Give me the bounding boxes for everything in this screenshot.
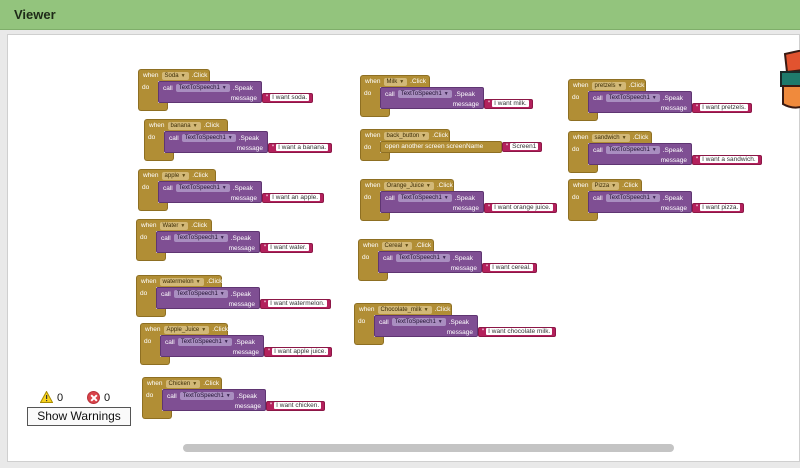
message-text[interactable]: “I want an apple. [262, 193, 325, 203]
event-block[interactable]: when sandwich ▼ .Click do call TextToSpeech1… [568, 131, 768, 175]
event-block[interactable]: when Water ▼ .Click do call TextToSpeech1 ▼ .S… [136, 219, 326, 263]
speak-call[interactable]: call TextToSpeech1 ▼ .Speak message [156, 287, 260, 309]
warning-icon [40, 391, 53, 403]
message-text[interactable]: “I want milk. [484, 99, 533, 109]
message-text[interactable]: “I want apple juice. [264, 347, 333, 357]
event-block[interactable]: when Apple_Juice ▼ .Click do call TextToSpee… [140, 323, 340, 367]
show-warnings-button[interactable]: Show Warnings [27, 407, 131, 426]
event-block[interactable]: when back_button ▼ .Click do open another s… [360, 129, 550, 161]
viewer-title: Viewer [14, 7, 56, 22]
event-block[interactable]: when apple ▼ .Click do call TextToSpeech1 ▼ .S… [138, 169, 328, 213]
message-text[interactable]: “I want watermelon. [260, 299, 331, 309]
screen-name-text[interactable]: “Screen1 [502, 142, 543, 152]
speak-call[interactable]: call TextToSpeech1 ▼ .Speak message [374, 315, 478, 337]
speak-call[interactable]: call TextToSpeech1 ▼ .Speak message [378, 251, 482, 273]
workspace-frame: when Soda ▼ .Click do call TextToSpeech1 ▼ .Sp… [0, 30, 800, 468]
event-block[interactable]: when Pizza ▼ .Click do call TextToSpeech1 ▼ .S… [568, 179, 758, 223]
event-block[interactable]: when Milk ▼ .Click do call TextToSpeech1 ▼ .Sp… [360, 75, 550, 119]
blocks-workspace[interactable]: when Soda ▼ .Click do call TextToSpeech1 ▼ .Sp… [7, 34, 800, 462]
speak-call[interactable]: call TextToSpeech1 ▼ .Speak message [158, 181, 262, 203]
error-icon [87, 391, 100, 404]
message-text[interactable]: “I want cereal. [482, 263, 537, 273]
event-block[interactable]: when Chicken ▼ .Click do call TextToSpeech1 ▼… [142, 377, 342, 421]
error-count: 0 [104, 392, 111, 404]
speak-call[interactable]: call TextToSpeech1 ▼ .Speak message [588, 91, 692, 113]
message-text[interactable]: “I want orange juice. [484, 203, 557, 213]
speak-call[interactable]: call TextToSpeech1 ▼ .Speak message [162, 389, 266, 411]
message-text[interactable]: “I want pizza. [692, 203, 745, 213]
speak-call[interactable]: call TextToSpeech1 ▼ .Speak message [164, 131, 268, 153]
event-block[interactable]: when Chocolate_milk ▼ .Click do call TextToS… [354, 303, 564, 347]
message-text[interactable]: “I want chicken. [266, 401, 326, 411]
viewer-header: Viewer [0, 0, 800, 30]
speak-call[interactable]: call TextToSpeech1 ▼ .Speak message [588, 143, 692, 165]
backpack-icon[interactable] [775, 50, 800, 112]
speak-call[interactable]: call TextToSpeech1 ▼ .Speak message [588, 191, 692, 213]
event-block[interactable]: when Cereal ▼ .Click do call TextToSpeech1 ▼.… [358, 239, 548, 283]
event-block[interactable]: when banana ▼ .Click do call TextToSpeech1 ▼.… [144, 119, 334, 163]
event-block[interactable]: when pretzels ▼ .Click do call TextToSpeech1… [568, 79, 758, 123]
event-block[interactable]: when Soda ▼ .Click do call TextToSpeech1 ▼ .Sp… [138, 69, 318, 113]
speak-call[interactable]: call TextToSpeech1 ▼ .Speak message [380, 87, 484, 109]
open-screen-call[interactable]: open another screen screenName [380, 141, 502, 153]
warning-count: 0 [57, 392, 64, 404]
message-text[interactable]: “I want pretzels. [692, 103, 752, 113]
scrollbar-thumb[interactable] [183, 444, 674, 452]
speak-call[interactable]: call TextToSpeech1 ▼ .Speak message [156, 231, 260, 253]
message-text[interactable]: “I want soda. [262, 93, 314, 103]
message-text[interactable]: “I want a sandwich. [692, 155, 762, 165]
speak-call[interactable]: call TextToSpeech1 ▼ .Speak message [158, 81, 262, 103]
message-text[interactable]: “I want a banana. [268, 143, 333, 153]
event-block[interactable]: when Orange_Juice ▼ .Click do call TextToSpe… [360, 179, 560, 223]
speak-call[interactable]: call TextToSpeech1 ▼ .Speak message [380, 191, 484, 213]
event-block[interactable]: when watermelon ▼ .Click do call TextToSpeec… [136, 275, 336, 319]
speak-call[interactable]: call TextToSpeech1 ▼ .Speak message [160, 335, 264, 357]
message-text[interactable]: “I want chocolate milk. [478, 327, 557, 337]
message-text[interactable]: “I want water. [260, 243, 313, 253]
